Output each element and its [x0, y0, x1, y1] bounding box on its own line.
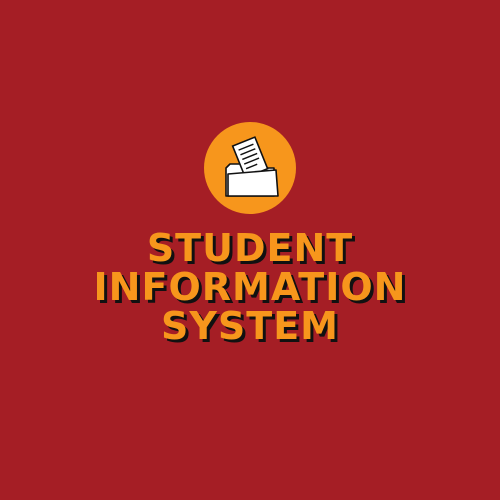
folder-front: [227, 169, 279, 197]
logo-badge: [204, 122, 296, 214]
title-line-2: INFORMATION: [93, 265, 407, 309]
folder-with-document-icon: [225, 136, 279, 197]
title-line-3: SYSTEM: [161, 304, 339, 348]
app-title: STUDENT INFORMATION SYSTEM: [0, 229, 500, 346]
title-line-1: STUDENT: [146, 226, 354, 270]
page: { "logo": { "icon": "folder-with-documen…: [0, 0, 500, 500]
